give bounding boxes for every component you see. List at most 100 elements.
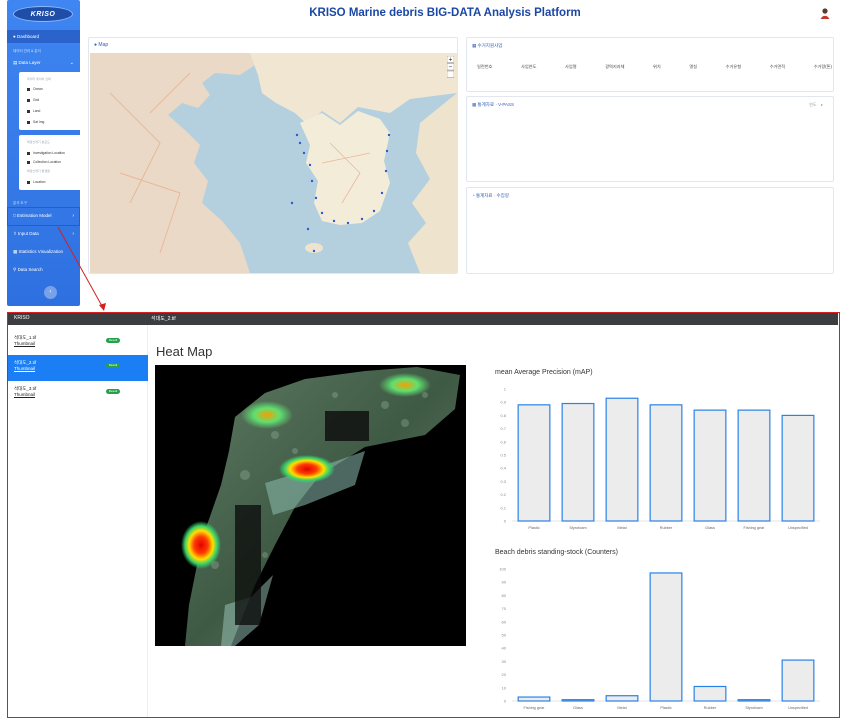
x-tick-label: Styrofoam <box>569 526 586 530</box>
result-badge[interactable]: Result <box>106 389 120 394</box>
x-tick-label: Plastic <box>660 706 671 710</box>
group-option[interactable]: Collection Location <box>27 160 61 164</box>
chevron-down-icon: ⌄ <box>69 60 74 66</box>
bar <box>649 404 683 522</box>
estimation-detail-panel: KRISO 석대도_2.tif 석대도_1.tif Thumbnail Resu… <box>7 312 840 718</box>
bar <box>517 696 551 702</box>
x-tick-label: Rubber <box>660 526 673 530</box>
result-badge[interactable]: Result <box>106 338 120 343</box>
heatmap-image <box>155 365 466 646</box>
sidebar-item-label: Data Search <box>17 267 43 272</box>
collection-panel: ◔ 통계자료 · 수집량 <box>466 187 834 274</box>
y-tick-label: 0.5 <box>500 453 506 458</box>
x-tick-label: Unspecified <box>788 706 808 710</box>
bar <box>737 699 771 702</box>
bar <box>605 397 639 522</box>
column-header[interactable]: 수거유형 <box>726 64 741 70</box>
map-bar-chart: 0 0.1 0.2 0.3 0.4 0.5 0.6 0.7 0.8 0.9 1 Plastic Styr… <box>500 387 820 530</box>
kriso-logo: KRISO <box>13 6 73 22</box>
checkbox-icon <box>27 109 30 113</box>
bar <box>781 414 815 522</box>
y-tick-label: 0.1 <box>500 505 506 510</box>
column-header[interactable]: 위치 <box>653 64 661 70</box>
map-zoom-controls[interactable]: + − <box>447 56 454 78</box>
y-tick-label: 60 <box>502 619 507 624</box>
bar <box>693 409 727 522</box>
column-header[interactable]: 명칭 <box>689 64 697 70</box>
column-header[interactable]: 일련번호 <box>477 64 492 70</box>
checkbox-icon <box>27 160 30 164</box>
layer-caption: 데이터 레이어 선택 <box>27 77 51 81</box>
thumbnail-link[interactable]: Thumbnail <box>14 366 35 371</box>
layer-option[interactable]: Sat Img <box>27 120 44 124</box>
chevron-right-icon: › <box>72 231 74 237</box>
checkbox-icon <box>27 98 30 102</box>
layer-option[interactable]: Land <box>27 109 40 113</box>
chart-icon: ▩ <box>472 102 477 107</box>
support-project-panel: ▦ 수거지원사업 일련번호 사업연도 사업명 광역지자체 위치 명칭 수거유형 … <box>466 37 834 92</box>
result-badge[interactable]: Result <box>106 363 120 368</box>
collapse-sidebar-button[interactable]: ‹ <box>44 286 57 299</box>
sidebar-item-data-layer[interactable]: ▤ Data Layer ⌄ <box>7 56 80 70</box>
thumbnail-link[interactable]: Thumbnail <box>14 341 35 346</box>
page-title: KRISO Marine debris BIG-DATA Analysis Pl… <box>309 7 581 19</box>
sidebar-item-data-search[interactable]: ⚲ Data Search <box>7 263 80 277</box>
upload-icon: ⇧ <box>13 231 17 236</box>
column-header[interactable]: 수거량(톤) <box>814 64 832 70</box>
y-tick-label: 0.7 <box>500 426 506 431</box>
table-icon: ▦ <box>472 43 477 48</box>
column-header[interactable]: 수거면적 <box>770 64 785 70</box>
x-tick-label: Glass <box>573 706 583 710</box>
y-tick-label: 50 <box>502 633 507 638</box>
screenshot-root: KRISO ● Dashboard 데이터 관리 & 분석 ▤ Data Lay… <box>0 0 853 723</box>
y-tick-label: 0.3 <box>500 479 506 484</box>
column-header[interactable]: 사업명 <box>565 64 577 70</box>
year-select[interactable]: 연도 ▸ <box>809 102 823 108</box>
y-tick-label: 0.9 <box>500 400 506 405</box>
file-item[interactable]: 석대도_1.tif Thumbnail Result <box>8 330 148 356</box>
group-option[interactable]: Location <box>27 180 45 184</box>
y-tick-label: 90 <box>502 580 507 585</box>
x-tick-label: Fishing gear <box>524 706 546 710</box>
column-header[interactable]: 사업연도 <box>521 64 536 70</box>
sidebar-item-dashboard[interactable]: ● Dashboard <box>7 30 80 43</box>
file-item-selected[interactable]: 석대도_2.tif Thumbnail Result <box>8 355 148 381</box>
chart-title-map: mean Average Precision (mAP) <box>495 369 593 376</box>
svg-text:−: − <box>448 65 452 71</box>
layer-option[interactable]: Grid <box>27 98 39 102</box>
column-header[interactable]: 광역지자체 <box>605 64 624 70</box>
y-tick-label: 1 <box>504 387 507 392</box>
bar <box>561 699 595 702</box>
home-icon: ● <box>13 34 16 39</box>
group-option[interactable]: Investigation Location <box>27 151 65 155</box>
sidebar-item-input-data[interactable]: ⇧ Input Data › <box>7 227 80 241</box>
detail-filename: 석대도_2.tif <box>151 316 176 322</box>
globe-icon: ● <box>94 42 98 48</box>
bar <box>649 572 683 702</box>
sidebar: KRISO ● Dashboard 데이터 관리 & 분석 ▤ Data Lay… <box>7 0 82 306</box>
y-tick-label: 10 <box>502 685 507 690</box>
heatmap-title: Heat Map <box>156 344 213 359</box>
bar <box>693 685 727 702</box>
y-tick-label: 30 <box>502 659 507 664</box>
sidebar-item-label: Dashboard <box>16 34 39 39</box>
layer-option[interactable]: Ocean <box>27 87 43 91</box>
y-tick-label: 0.6 <box>500 439 506 444</box>
file-item[interactable]: 석대도_3.tif Thumbnail Result <box>8 381 148 407</box>
x-tick-label: Styrofoam <box>745 706 762 710</box>
layers-icon: ▤ <box>13 60 18 65</box>
layer-card: 데이터 레이어 선택 Ocean Grid Land Sat Img <box>19 72 82 130</box>
checkbox-icon <box>27 87 30 91</box>
y-tick-label: 40 <box>502 646 507 651</box>
thumbnail-link[interactable]: Thumbnail <box>14 392 35 397</box>
sidebar-item-statistics[interactable]: ▩ Statistics Visualization <box>7 245 80 259</box>
user-avatar-icon[interactable] <box>820 8 830 19</box>
y-tick-label: 70 <box>502 606 507 611</box>
chart-icon: ▩ <box>13 249 18 254</box>
group-card: 해양쓰레기 분포도 Investigation Location Collect… <box>19 135 82 190</box>
panel-title: ▦ 수거지원사업 <box>472 43 503 48</box>
map-canvas[interactable] <box>90 53 457 273</box>
svg-text:+: + <box>448 57 452 63</box>
x-tick-label: Fishing gear <box>744 526 766 530</box>
checkbox-icon <box>27 151 30 155</box>
